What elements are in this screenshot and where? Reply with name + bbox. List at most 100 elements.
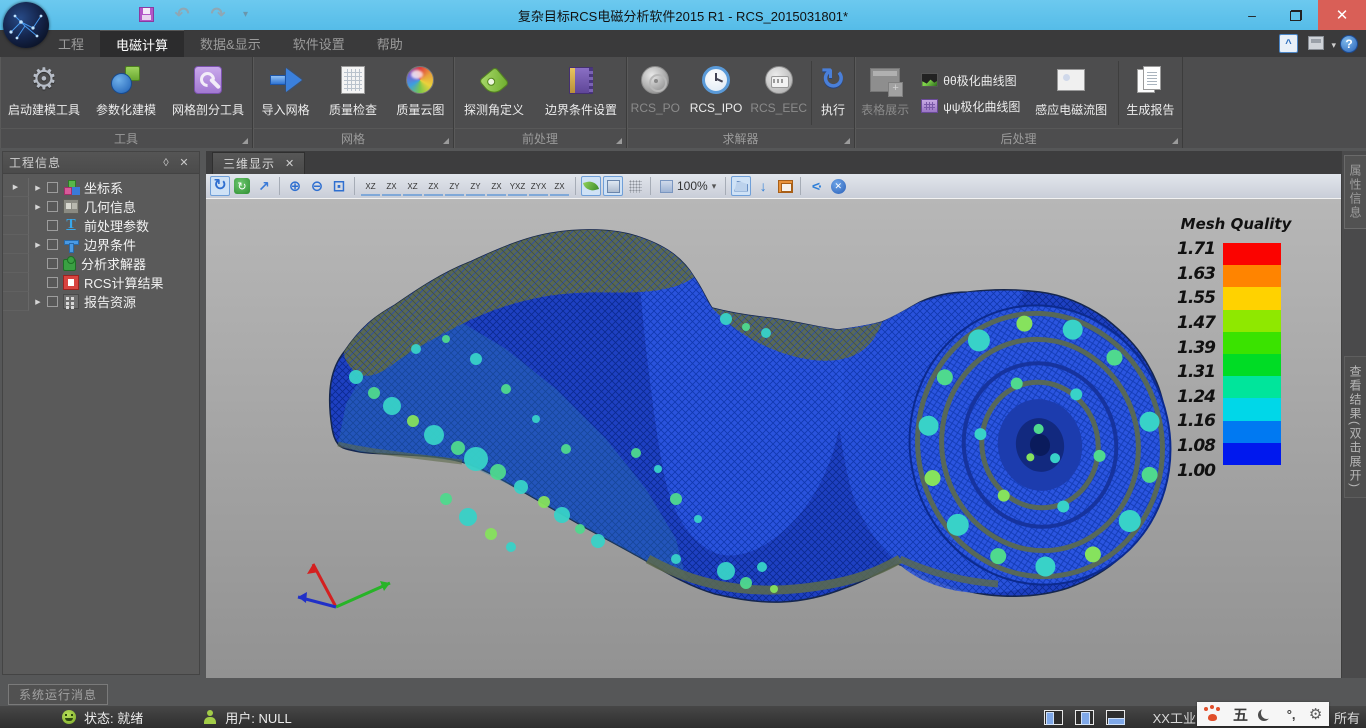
checkbox[interactable] [47, 239, 58, 250]
dialog-launcher-icon[interactable] [443, 138, 449, 144]
quality-cloud-button[interactable]: 质量云图 [388, 61, 453, 125]
tab-software-settings[interactable]: 软件设置 [277, 30, 361, 57]
tree-item-coordinate-system[interactable]: ▶ ▶ 坐标系 [3, 178, 199, 197]
tree-item-boundary-conditions[interactable]: ▶ 边界条件 [3, 235, 199, 254]
undo-button[interactable]: ↶ [171, 3, 193, 25]
generate-report-button[interactable]: 生成报告 [1118, 61, 1182, 125]
boundary-condition-button[interactable]: 边界条件设置 [536, 61, 626, 125]
checkbox[interactable] [47, 182, 58, 193]
expand-arrow-icon[interactable]: ▶ [29, 203, 47, 211]
view-orientation-button[interactable]: YXZ [508, 176, 527, 196]
rcs-eec-button[interactable]: RCS_EEC [748, 61, 809, 125]
close-icon[interactable]: ✕ [285, 157, 294, 170]
theta-polarization-curve-button[interactable]: θθ极化曲线图 [917, 67, 1024, 93]
view-orientation-button[interactable]: ZX [424, 176, 443, 196]
layout-left-pane-icon[interactable] [1044, 710, 1063, 725]
probe-angle-button[interactable]: 探测角定义 [454, 61, 534, 125]
tab-data-display[interactable]: 数据&显示 [184, 30, 277, 57]
colorbar-cell [1223, 243, 1281, 265]
quality-check-button[interactable]: 质量检查 [320, 61, 385, 125]
checkbox[interactable] [47, 258, 58, 269]
redo-button[interactable]: ↷ [207, 3, 229, 25]
dialog-launcher-icon[interactable] [844, 138, 850, 144]
view-orientation-button[interactable]: XZ [403, 176, 422, 196]
view-orientation-button[interactable]: XZ [361, 176, 380, 196]
launch-modeling-tool-button[interactable]: ⚙ 启动建模工具 [4, 61, 84, 125]
rcs-ipo-button[interactable]: RCS_IPO [686, 61, 747, 125]
pan-button[interactable]: ↗ [254, 176, 274, 196]
tab-3d-display[interactable]: 三维显示 ✕ [212, 152, 305, 174]
surface-mode-button[interactable] [603, 176, 623, 196]
zoom-extents-button[interactable]: ⊡ [329, 176, 349, 196]
psi-polarization-curve-button[interactable]: ψψ极化曲线图 [917, 93, 1024, 119]
parametric-modeling-button[interactable]: 参数化建模 [86, 61, 166, 125]
import-mesh-button[interactable]: 导入网格 [253, 61, 318, 125]
tab-system-messages[interactable]: 系统运行消息 [8, 684, 108, 705]
tab-project[interactable]: 工程 [42, 30, 100, 57]
collapse-ribbon-icon[interactable]: ^ [1279, 34, 1298, 53]
tree-item-preprocess-params[interactable]: T 前处理参数 [3, 216, 199, 235]
close-view-button[interactable]: ✕ [828, 176, 848, 196]
rcs-po-button[interactable]: RCS_PO [627, 61, 684, 125]
mesh-partition-tool-button[interactable]: 网格剖分工具 [168, 61, 248, 125]
ime-moon-icon[interactable] [1261, 707, 1273, 719]
share-view-button[interactable]: <· [806, 176, 826, 196]
checkbox[interactable] [47, 296, 58, 307]
restore-button[interactable] [1274, 0, 1318, 30]
minimize-button[interactable]: – [1230, 0, 1274, 30]
checkbox[interactable] [47, 201, 58, 212]
dialog-launcher-icon[interactable] [242, 138, 248, 144]
layout-center-pane-icon[interactable] [1075, 710, 1094, 725]
shaded-mode-button[interactable] [581, 176, 601, 196]
close-icon[interactable]: ✕ [175, 156, 193, 169]
table-display-button[interactable]: 表格展示 [855, 61, 915, 125]
zoom-level-control[interactable]: 100% ▾ [656, 179, 720, 193]
app-logo[interactable] [3, 2, 49, 48]
zoom-out-button[interactable]: ⊖ [307, 176, 327, 196]
refresh-view-button[interactable]: ↻ [232, 176, 252, 196]
save-button[interactable] [135, 3, 157, 25]
tree-item-report-resources[interactable]: ▶ 报告资源 [3, 292, 199, 311]
diagonal-arrow-icon: ↗ [258, 178, 270, 195]
ime-wubi-mode[interactable]: 五 [1233, 704, 1248, 725]
view-orientation-button[interactable]: ZX [550, 176, 569, 196]
help-icon[interactable]: ? [1340, 35, 1358, 53]
ime-punctuation[interactable]: °, [1287, 707, 1296, 722]
view-orientation-button[interactable]: ZX [382, 176, 401, 196]
view-orientation-button[interactable]: ZY [445, 176, 464, 196]
region-select-button[interactable] [731, 176, 751, 196]
layers-button[interactable] [775, 176, 795, 196]
tab-em-computation[interactable]: 电磁计算 [100, 30, 184, 57]
checkbox[interactable] [47, 277, 58, 288]
window-style-menu[interactable]: ▾ [1308, 35, 1330, 53]
wireframe-mode-button[interactable] [625, 176, 645, 196]
induced-current-map-button[interactable]: 感应电磁流图 [1026, 61, 1115, 125]
tree-item-rcs-results[interactable]: RCS计算结果 [3, 273, 199, 292]
tree-item-analysis-solver[interactable]: 分析求解器 [3, 254, 199, 273]
view-orientation-button[interactable]: ZY [466, 176, 485, 196]
tab-help[interactable]: 帮助 [361, 30, 419, 57]
layout-bottom-pane-icon[interactable] [1106, 710, 1125, 725]
dialog-launcher-icon[interactable] [616, 138, 622, 144]
ime-gear-icon[interactable]: ⚙ [1309, 707, 1322, 722]
tree-item-geometry-info[interactable]: ▶ 几何信息 [3, 197, 199, 216]
expand-arrow-icon[interactable]: ▶ [29, 298, 47, 306]
view-orientation-button[interactable]: ZYX [529, 176, 548, 196]
expand-arrow-icon[interactable]: ▶ [29, 184, 47, 192]
rotate-button[interactable]: ↻ [210, 176, 230, 196]
zoom-in-button[interactable]: ⊕ [285, 176, 305, 196]
expand-arrow-icon[interactable]: ▶ [7, 183, 25, 191]
drop-view-button[interactable]: ↓ [753, 176, 773, 196]
tab-view-results[interactable]: 查看结果(双击展开) [1344, 356, 1366, 498]
tab-property-info[interactable]: 属性信息 [1344, 155, 1366, 229]
execute-button[interactable]: ↻ 执行 [811, 61, 854, 125]
view-orientation-button[interactable]: ZX [487, 176, 506, 196]
expand-arrow-icon[interactable]: ▶ [29, 241, 47, 249]
qat-dropdown-icon[interactable]: ▾ [243, 9, 248, 20]
checkbox[interactable] [47, 220, 58, 231]
dialog-launcher-icon[interactable] [1172, 138, 1178, 144]
close-button[interactable]: ✕ [1318, 0, 1366, 30]
pin-icon[interactable]: ◊ [157, 157, 175, 169]
ime-paw-icon[interactable] [1204, 707, 1220, 721]
viewport-canvas[interactable]: Mesh Quality 1.711.631.551.471.391.311.2… [206, 199, 1341, 678]
